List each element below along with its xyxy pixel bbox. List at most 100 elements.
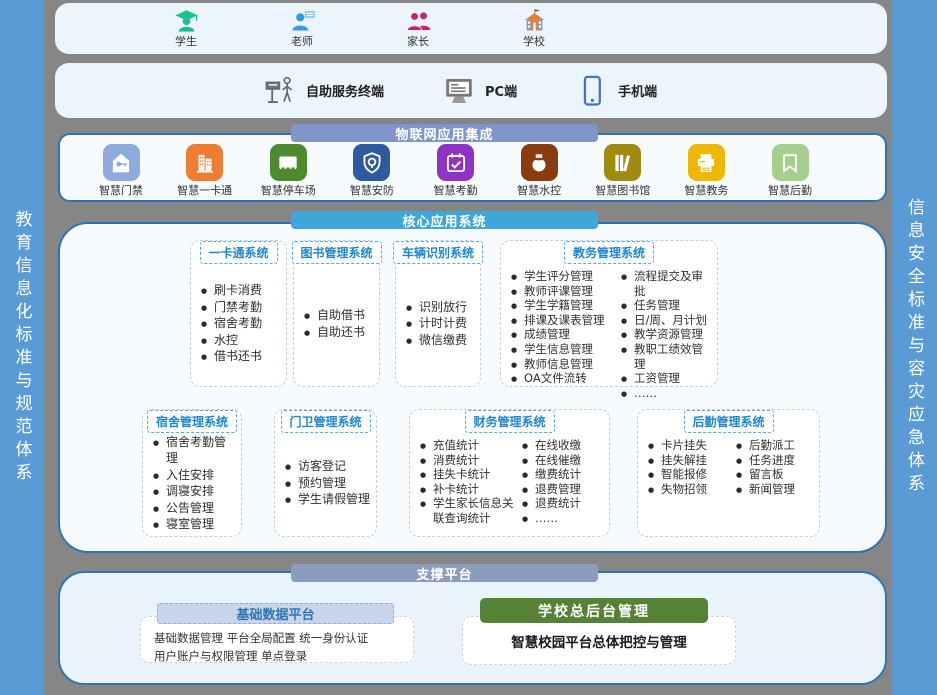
list-item: …… <box>522 511 605 526</box>
kiosk-icon <box>263 74 297 108</box>
user-item-student: 学生 <box>150 8 222 48</box>
core-panel: 一卡通系统 刷卡消费 门禁考勤 宿舍考勤 水控 借书还书 图书管理系统 自助借书… <box>58 222 887 553</box>
library-icon <box>604 144 641 181</box>
list-item: 任务进度 <box>736 453 815 468</box>
list-item: 调寝安排 <box>153 483 237 500</box>
iot-item-door-access: 智慧门禁 <box>86 144 156 200</box>
system-title: 后勤管理系统 <box>683 410 773 433</box>
support-banner: 支撑平台 <box>291 564 598 582</box>
iot-item-eduadmin: 智慧教务 <box>671 144 741 200</box>
system-items: 刷卡消费 门禁考勤 宿舍考勤 水控 借书还书 <box>201 282 282 365</box>
list-item: 借书还书 <box>201 348 282 365</box>
list-item: 微信缴费 <box>406 332 476 349</box>
list-item: 卡片挂失 <box>648 438 736 453</box>
system-box-gate: 门卫管理系统 访客登记 预约管理 学生请假管理 <box>274 409 377 537</box>
system-box-logistics: 后勤管理系统 卡片挂失 挂失解挂 智能报修 失物招领 后勤派工 任务进度 留言板… <box>637 409 820 537</box>
door-access-icon <box>103 144 140 181</box>
list-item: OA文件流转 <box>511 371 621 386</box>
water-icon <box>521 144 558 181</box>
list-item: 挂失解挂 <box>648 453 736 468</box>
system-items: 识别放行 计时计费 微信缴费 <box>406 299 476 349</box>
iot-label: 智慧门禁 <box>99 185 143 197</box>
school-icon <box>521 8 548 35</box>
iot-item-logistics: 智慧后勤 <box>755 144 825 200</box>
user-item-school: 学校 <box>498 8 570 48</box>
system-items-col2: 流程提交及审批 任务管理 日/周、月计划 教学资源管理 教职工绩效管理 工资管理… <box>621 269 713 400</box>
list-item: 宿舍考勤 <box>201 315 282 332</box>
list-item: 缴费统计 <box>522 467 605 482</box>
core-banner: 核心应用系统 <box>291 211 598 229</box>
list-item: 教学资源管理 <box>621 327 713 342</box>
list-item: 在线催缴 <box>522 453 605 468</box>
logistics-icon <box>772 144 809 181</box>
list-item: 补卡统计 <box>420 482 522 497</box>
system-title: 宿舍管理系统 <box>147 410 237 433</box>
list-item: 识别放行 <box>406 299 476 316</box>
list-item: 刷卡消费 <box>201 282 282 299</box>
iot-item-library: 智慧图书馆 <box>588 144 658 200</box>
iot-label: 智慧图书馆 <box>595 185 650 197</box>
list-item: 失物招领 <box>648 482 736 497</box>
list-item: 教职工绩效管理 <box>621 342 713 371</box>
list-item: 学生信息管理 <box>511 342 621 357</box>
list-item: 流程提交及审批 <box>621 269 713 298</box>
user-roles-panel: 学生 老师 家长 <box>55 3 887 54</box>
list-item: 成绩管理 <box>511 327 621 342</box>
system-box-eduadmin: 教务管理系统 学生评分管理 教师评课管理 学生学籍管理 排课及课表管理 成绩管理… <box>500 240 718 387</box>
right-standards-label: 信息安全标准与容灾应急体系 <box>902 198 927 497</box>
list-item: 寝室管理 <box>153 516 237 533</box>
list-item: …… <box>621 386 713 401</box>
school-admin-content: 智慧校园平台总体把控与管理 <box>462 616 736 665</box>
student-icon <box>173 8 200 35</box>
system-items-col1: 学生评分管理 教师评课管理 学生学籍管理 排课及课表管理 成绩管理 学生信息管理… <box>511 269 621 386</box>
system-box-library: 图书管理系统 自助借书 自助还书 <box>293 240 380 387</box>
school-admin-header: 学校总后台管理 <box>480 598 708 623</box>
iot-label: 智慧后勤 <box>768 185 812 197</box>
list-item: 预约管理 <box>285 475 372 492</box>
iot-label: 智慧考勤 <box>434 185 478 197</box>
system-title: 财务管理系统 <box>464 410 554 433</box>
list-item: 门禁考勤 <box>201 299 282 316</box>
system-title: 教务管理系统 <box>564 241 654 264</box>
left-standards-bar: 教育信息化标准与规范体系 <box>0 0 44 695</box>
iot-label: 智慧教务 <box>684 185 728 197</box>
list-item: 新闻管理 <box>736 482 815 497</box>
user-label: 学生 <box>175 36 197 48</box>
list-item: 水控 <box>201 332 282 349</box>
system-items: 自助借书 自助还书 <box>304 307 375 340</box>
terminal-item-kiosk: 自助服务终端 <box>263 74 384 108</box>
list-item: 教师评课管理 <box>511 284 621 299</box>
onecard-icon <box>186 144 223 181</box>
list-item: 日/周、月计划 <box>621 313 713 328</box>
teacher-icon <box>289 8 316 35</box>
system-items-col1: 充值统计 消费统计 挂失卡统计 补卡统计 学生家长信息关联查询统计 <box>420 438 522 526</box>
user-label: 老师 <box>291 36 313 48</box>
list-item: 退费统计 <box>522 496 605 511</box>
iot-label: 智慧水控 <box>517 185 561 197</box>
list-item: 教师信息管理 <box>511 357 621 372</box>
terminal-label: 自助服务终端 <box>306 81 384 100</box>
terminal-item-pc: PC端 <box>442 74 517 108</box>
system-box-dorm: 宿舍管理系统 宿舍考勤管理 入住安排 调寝安排 公告管理 寝室管理 <box>142 409 242 537</box>
parents-icon <box>405 8 432 35</box>
list-item: 入住安排 <box>153 467 237 484</box>
pc-icon <box>442 74 476 108</box>
iot-item-onecard: 智慧一卡通 <box>170 144 240 200</box>
system-items: 访客登记 预约管理 学生请假管理 <box>285 458 372 508</box>
attendance-icon <box>437 144 474 181</box>
iot-item-parking: 智慧停车场 <box>253 144 323 200</box>
system-items-col2: 后勤派工 任务进度 留言板 新闻管理 <box>736 438 815 496</box>
iot-item-security: 智慧安防 <box>337 144 407 200</box>
list-item: 挂失卡统计 <box>420 467 522 482</box>
base-data-platform-header: 基础数据平台 <box>157 603 394 624</box>
list-item: 学生家长信息关联查询统计 <box>420 496 522 525</box>
system-items-col1: 卡片挂失 挂失解挂 智能报修 失物招领 <box>648 438 736 496</box>
user-item-teacher: 老师 <box>266 8 338 48</box>
list-item: 工资管理 <box>621 371 713 386</box>
system-title: 一卡通系统 <box>199 241 277 264</box>
base-platform-line1: 基础数据管理 平台全局配置 统一身份认证 <box>154 630 413 648</box>
list-item: 自助还书 <box>304 324 375 341</box>
system-items: 宿舍考勤管理 入住安排 调寝安排 公告管理 寝室管理 <box>153 434 237 533</box>
list-item: 任务管理 <box>621 298 713 313</box>
system-title: 图书管理系统 <box>291 241 381 264</box>
